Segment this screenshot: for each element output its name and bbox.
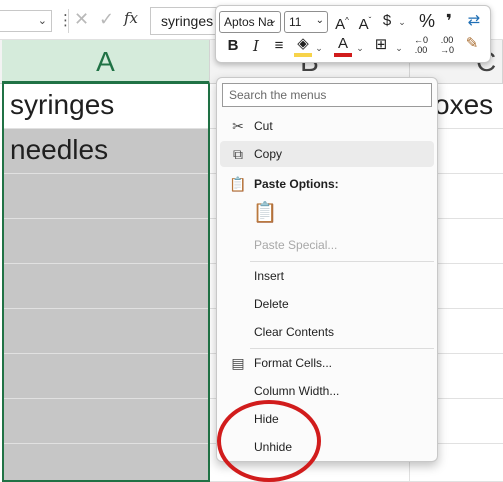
menu-item-label: Delete — [254, 297, 289, 311]
format-cells-icon: ▤ — [231, 355, 245, 371]
menu-item-label: Paste Special... — [254, 238, 338, 252]
chevron-down-icon[interactable]: ⌄ — [314, 38, 324, 58]
menu-separator — [250, 261, 434, 262]
menu-item-format-cells[interactable]: ▤ Format Cells... — [220, 350, 434, 376]
wrap-text-icon[interactable]: ⇄ — [464, 11, 484, 31]
cell-a7[interactable] — [2, 354, 210, 399]
menu-item-paste-special: Paste Special... — [220, 232, 434, 258]
enter-icon[interactable]: ✓ — [99, 9, 114, 30]
chevron-down-icon[interactable]: ⌄ — [316, 15, 324, 26]
increase-decimal-icon[interactable]: ←0.00 — [410, 35, 432, 55]
comma-style-icon[interactable]: ❜ — [442, 11, 456, 31]
menu-item-unhide[interactable]: Unhide — [220, 434, 434, 460]
align-center-icon[interactable]: ≡ — [270, 36, 288, 56]
font-size-box[interactable]: 11 ⌄ — [284, 11, 328, 33]
menu-item-label: Column Width... — [254, 384, 340, 398]
fill-color-bar — [294, 53, 312, 57]
cell-a6[interactable] — [2, 309, 210, 354]
borders-icon[interactable]: ⊞ — [372, 35, 390, 55]
column-header-a[interactable]: A — [2, 40, 210, 84]
paste-icon: 📋 — [229, 176, 247, 192]
cell-a5[interactable] — [2, 264, 210, 309]
percent-icon[interactable]: % — [416, 11, 438, 31]
scissors-icon: ✂ — [232, 118, 244, 134]
menu-search-input[interactable]: Search the menus — [222, 83, 432, 107]
menu-item-label: Format Cells... — [254, 356, 333, 370]
format-painter-icon[interactable]: ✎ — [462, 34, 482, 54]
menu-item-cut[interactable]: ✂ Cut — [220, 113, 434, 139]
menu-item-label: Cut — [254, 119, 273, 133]
menu-item-label: Unhide — [254, 440, 293, 454]
menu-item-delete[interactable]: Delete — [220, 291, 434, 317]
menu-item-label: Paste Options: — [254, 177, 339, 191]
increase-font-size-icon[interactable]: A^ — [332, 11, 352, 35]
more-options-icon[interactable]: ⋮ — [58, 11, 73, 29]
paste-option-icon[interactable]: 📋 — [252, 200, 278, 228]
font-name-box[interactable]: Aptos Na ⌄ — [219, 11, 281, 33]
menu-item-hide[interactable]: Hide — [220, 406, 434, 432]
italic-icon[interactable]: I — [248, 36, 264, 56]
name-box[interactable]: ⌄ — [0, 10, 52, 32]
menu-item-label: Hide — [254, 412, 279, 426]
cell-a8[interactable] — [2, 399, 210, 444]
cell-a3[interactable] — [2, 174, 210, 219]
chevron-down-icon[interactable]: ⌄ — [397, 12, 407, 32]
decrease-decimal-icon[interactable]: .00 →0 — [436, 35, 458, 55]
paste-options-header: 📋 Paste Options: — [220, 171, 434, 197]
cell-a2[interactable]: needles — [2, 129, 210, 174]
font-color-icon[interactable]: A — [334, 34, 352, 54]
menu-item-clear-contents[interactable]: Clear Contents — [220, 319, 434, 345]
copy-icon: ⧉ — [233, 146, 243, 162]
font-name-value: Aptos Na — [224, 15, 274, 29]
cancel-icon[interactable]: ✕ — [74, 9, 89, 30]
menu-item-label: Clear Contents — [254, 325, 335, 339]
insert-function-button[interactable]: fx — [124, 9, 138, 27]
chevron-down-icon[interactable]: ⌄ — [269, 15, 277, 26]
menu-item-column-width[interactable]: Column Width... — [220, 378, 434, 404]
menu-item-copy[interactable]: ⧉ Copy — [220, 141, 434, 167]
fill-color-icon[interactable]: ◈ — [294, 34, 312, 54]
menu-item-label: Copy — [254, 147, 283, 161]
decrease-font-size-icon[interactable]: Aˇ — [356, 11, 374, 35]
menu-item-insert[interactable]: Insert — [220, 263, 434, 289]
cell-a1[interactable]: syringes — [2, 84, 210, 129]
font-size-value: 11 — [289, 15, 302, 29]
menu-item-label: Insert — [254, 269, 285, 283]
cell-a9[interactable] — [2, 444, 210, 482]
chevron-down-icon[interactable]: ⌄ — [38, 14, 47, 27]
currency-icon[interactable]: $ — [380, 11, 394, 31]
chevron-down-icon[interactable]: ⌄ — [394, 38, 404, 58]
cell-a4[interactable] — [2, 219, 210, 264]
divider — [68, 9, 69, 33]
font-color-bar — [334, 53, 352, 57]
menu-separator — [250, 348, 434, 349]
chevron-down-icon[interactable]: ⌄ — [355, 38, 365, 58]
bold-icon[interactable]: B — [224, 36, 242, 56]
